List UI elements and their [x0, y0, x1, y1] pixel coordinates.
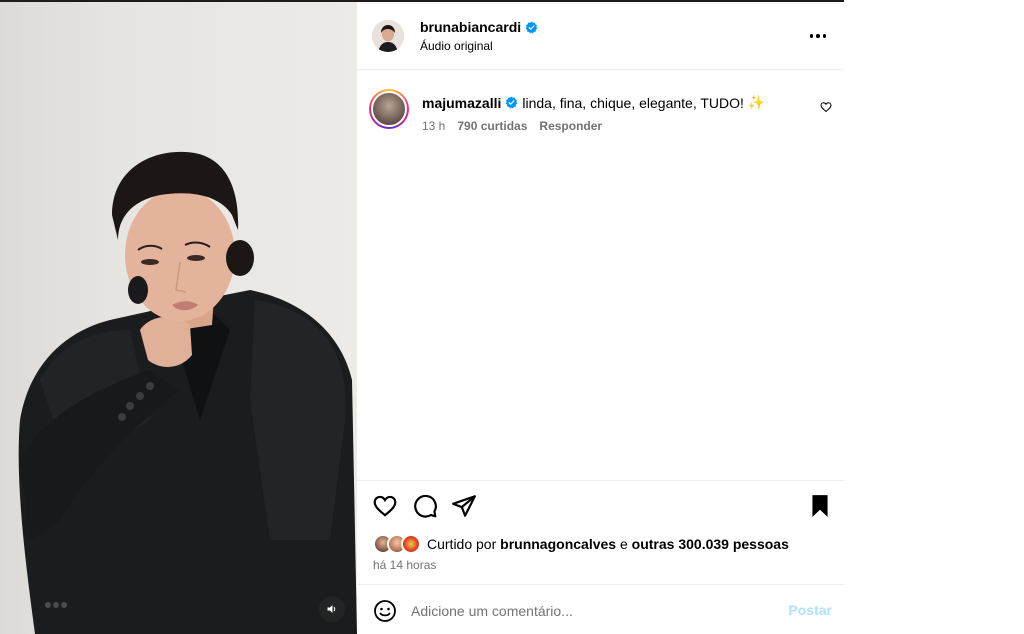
- more-icon-dot: [809, 34, 814, 38]
- verified-icon: [506, 96, 518, 109]
- more-icon-dot: [822, 34, 827, 38]
- post-header: brunabiancardi Áudio original: [357, 2, 844, 70]
- comment-item: majumazalli linda, fina, chique, elegant…: [357, 70, 844, 150]
- comment-time[interactable]: 13 h: [422, 119, 445, 133]
- post-media[interactable]: [0, 0, 357, 634]
- comment-meta: 13 h 790 curtidas Responder: [422, 119, 602, 133]
- reply-button[interactable]: Responder: [539, 119, 602, 133]
- audio-label[interactable]: Áudio original: [420, 39, 493, 53]
- verified-icon: [525, 21, 538, 33]
- comment-likes[interactable]: 790 curtidas: [457, 119, 527, 133]
- comment-input[interactable]: [411, 600, 771, 622]
- liker-avatars: [373, 534, 421, 554]
- volume-icon: [327, 605, 336, 613]
- post-comment-button[interactable]: Postar: [788, 602, 832, 618]
- author-avatar[interactable]: [372, 20, 404, 52]
- liked-by-prefix: Curtido por: [427, 536, 497, 552]
- liked-by-and: e: [619, 536, 628, 552]
- comment-text: linda, fina, chique, elegante, TUDO!: [522, 94, 744, 111]
- actions-divider: [357, 480, 844, 481]
- like-heart-icon[interactable]: [372, 493, 398, 519]
- liker-avatar[interactable]: [401, 534, 421, 554]
- post-photo: [18, 151, 357, 634]
- bookmark-icon[interactable]: [807, 493, 833, 519]
- author-name[interactable]: brunabiancardi: [420, 19, 538, 35]
- author-username[interactable]: brunabiancardi: [420, 19, 521, 35]
- comment-like-heart-icon[interactable]: [820, 101, 832, 113]
- sparkles-emoji: ✨: [747, 94, 766, 110]
- post-panel: brunabiancardi Áudio original majumazall…: [357, 0, 844, 634]
- share-icon[interactable]: [451, 493, 477, 519]
- liked-by-others[interactable]: outras 300.039 pessoas: [632, 536, 789, 552]
- comment-icon[interactable]: [412, 493, 438, 519]
- commenter-avatar[interactable]: [369, 89, 409, 129]
- comment-text-line: majumazalli linda, fina, chique, elegant…: [422, 94, 765, 111]
- more-options-button[interactable]: [806, 28, 830, 44]
- commenter-username[interactable]: majumazalli: [422, 95, 501, 111]
- liked-by-user[interactable]: brunnagoncalves: [500, 536, 616, 552]
- page-background: [844, 0, 1024, 634]
- post-timestamp[interactable]: há 14 horas: [373, 558, 436, 572]
- emoji-icon[interactable]: [373, 599, 397, 623]
- mute-button[interactable]: [319, 596, 345, 622]
- comment-composer: Postar: [357, 584, 844, 634]
- likes-summary: Curtido por brunnagoncalves e outras 300…: [373, 533, 789, 555]
- more-icon-dot: [816, 34, 820, 38]
